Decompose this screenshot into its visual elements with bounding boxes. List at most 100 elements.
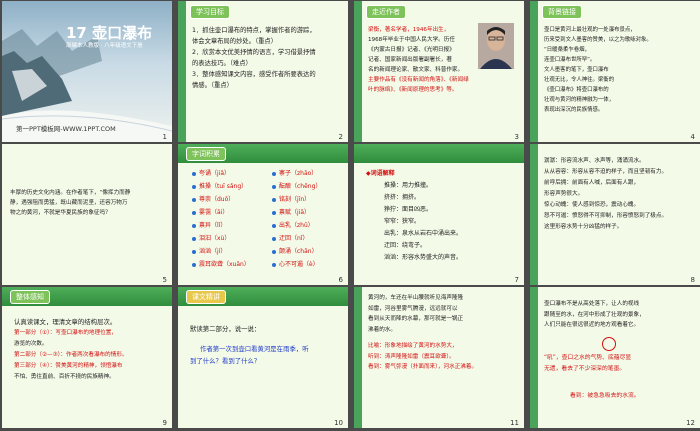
slide-side-band [178,1,186,142]
text-line: 如雷，河谷里雾气腾漫，远远就可以 [368,305,458,312]
slide-thumbnail-11[interactable]: 黄河的，车还在半山腰就听见海声隆隆 如雷，河谷里雾气腾漫，远远就可以 看到从天而… [354,287,524,428]
word-item: 霎霭（āi） [192,206,250,219]
word-item: 夸诵（jiǎ） [192,167,250,180]
text-line: 怒不可遏：愤怒得不可抑制，形容愤怒到了极点。 [544,213,668,219]
text-line: 认真读课文，理清文章的结构层次。 [14,318,117,326]
text-line: 文人墨客的笔下，壶口瀑布 [544,67,609,73]
text-line: 潺潺：形容流水声、水声等，涌涌流水。 [544,158,645,164]
text-line: 情感。（重点） [192,82,233,89]
text-line: 丰厚的历史文化内涵。在作者笔下，“像挥力而静 [10,190,131,196]
text-line: 比喻：形象地描绘了黄河的水势大， [368,343,458,349]
slide-body: 壶口是黄河上最壮观的一处瀑布景点， 历来受到文人墨客的赞美，以之为歌咏对象。 “… [544,25,652,115]
text-line: 第一部分（①）：写壶口瀑布的地理位置， [14,330,117,336]
slide-subtitle: 部编本人教版 · 八年级语文下册 [66,43,143,49]
word-item: 酝酿（chēng） [272,180,321,193]
word-item: 尊崇（duō） [192,193,250,206]
section-tag: 背景链接 [542,5,582,19]
slide-body: 认真读课文，理清文章的结构层次。 第一部分（①）：写壶口瀑布的地理位置， 游览的… [14,317,128,383]
text-line: 黄河的，车还在半山腰就听见海声隆隆 [368,295,464,301]
slide-number: 3 [514,133,519,141]
slide-body: 壶口瀑布不是从高处落下，让人的视线 跟随至的水，在河中形成了壮观的景象， 人们只… [544,299,645,331]
text-line: 物之的黄河，不就是华夏民族的象征吗？ [10,210,111,216]
text-line: 壮观与黄河的精神融为一体， [544,97,615,103]
text-line: 主要作品有《没有新闻的角落》、《新闻绿 [368,77,469,83]
text-line: 壶口是黄河上最壮观的一处瀑布景点， [544,27,636,33]
text-line: 窄窄：狭窄。 [384,218,421,225]
text-line: 3．整体感知课文内容，感受作者所要表达的 [192,71,316,78]
slide-side-band [354,287,362,428]
text-line: 人们只能在很远很近的地方观看着它。 [544,322,640,328]
author-portrait-image [478,23,514,69]
word-item: 铭刻（jīn） [272,193,321,206]
text-line: 表现出深沉的民族情感。 [544,107,604,113]
word-item: 禀赋（jiā） [272,206,321,219]
text-line: 历来受到文人墨客的赞美，以之为歌咏对象。 [544,37,652,43]
text-line: “日暖桑柔乍卷烟， [544,47,590,53]
text-line: 的表达技巧。（难点） [192,60,252,67]
slide-thumbnail-3[interactable]: 走近作者 梁衡，著名学者，1946年出生， 1968年毕业于中国人民大学。历任 … [354,1,524,142]
word-item: 震耳欲聋（xuān） [192,258,250,271]
text-line: 出乳：泉水从岩石中涌出来。 [384,230,463,237]
text-line: 推搡：用力推撞。 [384,182,433,189]
slide-thumbnail-7[interactable]: ◆词语解释 推搡：用力推撞。 挤挤：拥挤。 狰狞：面目凶恶。 窄窄：狭窄。 出乳… [354,144,524,285]
slide-number: 9 [162,419,167,427]
slide-number: 6 [338,276,343,284]
slide-thumbnail-6[interactable]: 字词积累 夸诵（jiǎ） 推搡（tuī sǎng） 尊崇（duō） 霎霭（āi）… [178,144,348,285]
text-line: 看到：雾气弥漫（扑面而来），河水正沸着。 [368,364,478,370]
slide-body: 丰厚的历史文化内涵。在作者笔下，“像挥力而静 静，遇强阻而勇猛，既山藏而泥坚，还… [10,188,130,218]
slide-note: 看到：被急急吸去的水流。 [570,393,640,399]
text-line: 听到：涛声隆隆如雷（震耳欲聋）。 [368,353,455,360]
slide-number: 2 [338,133,343,141]
slide-title: 17 壶口瀑布 [66,24,153,42]
text-line: “吼”，壶口之水的气势、底蕴尽显 [544,355,632,361]
text-line: 前呼后拥：前面有人喊，后面有人跟， [544,180,640,186]
text-line: 挤挤：拥挤。 [384,194,421,201]
slide-thumbnail-2[interactable]: 学习目标 1．抓住壶口瀑布的特点，掌握作者的游踪， 体会文章布局的妙处。（重点）… [178,1,348,142]
slide-thumbnail-12[interactable]: 壶口瀑布不是从高处落下，让人的视线 跟随至的水，在河中形成了壮观的景象， 人们只… [530,287,700,428]
slide-number: 12 [686,419,695,427]
word-item: 推搡（tuī sǎng） [192,180,250,193]
text-line: 第三部分（④）：赞美黄河的精神，领悟瀑布 [14,363,123,369]
section-tag: 字词积累 [186,147,226,161]
slide-number: 5 [162,276,167,284]
text-line: 静，遇强阻而勇猛，既山藏而泥坚，还容万物万 [10,200,128,206]
slide-number: 4 [690,133,695,141]
text-line: 壶口瀑布不是从高处落下，让人的视线 [544,301,640,307]
text-line: 1．抓住壶口瀑布的特点，掌握作者的游踪， [192,27,316,34]
text-line: 记者、国家新闻出版署副署长，著 [368,57,452,63]
highlight-circle-icon [602,337,616,351]
text-line: 形容声势很大。 [544,191,584,197]
word-item: 寨子（zhāo） [272,167,321,180]
text-line: 作者第一次到壶口看黄河是在雨季，听 [200,345,309,353]
slide-thumbnail-4[interactable]: 背景链接 壶口是黄河上最壮观的一处瀑布景点， 历来受到文人墨客的赞美，以之为歌咏… [530,1,700,142]
slide-number: 10 [334,419,343,427]
text-line: 《壶口瀑布》将壶口瀑布的 [544,87,609,93]
slide-number: 7 [514,276,519,284]
slide-thumbnail-5[interactable]: 丰厚的历史文化内涵。在作者笔下，“像挥力而静 静，遇强阻而勇猛，既山藏而泥坚，还… [2,144,172,285]
text-line: 梁衡，著名学者，1946年出生， [368,27,450,33]
section-tag: 整体感知 [10,290,50,304]
word-item: 出乳（zhǔ） [272,219,321,232]
word-list-right: 寨子（zhāo） 酝酿（chēng） 铭刻（jīn） 禀赋（jiā） 出乳（zh… [272,167,321,271]
text-line: 连壶口瀑布世所罕”。 [544,57,596,63]
slide-thumbnail-1[interactable]: 17 壶口瀑布 部编本人教版 · 八年级语文下册 第一PPT模板网-WWW.1P… [2,1,172,142]
text-line: 到了什么？看到了什么？ [190,357,261,365]
slide-number: 1 [162,133,167,141]
slide-body: 潺潺：形容流水声、水声等，涌涌流水。 从从容容：形容从容不迫的样子，而且坚韧有力… [544,156,667,233]
text-line: 看到从天而降的水幕，那可就是一锅正 [368,316,464,322]
slide-thumbnail-10[interactable]: 课文精讲 默读第二部分，说一说： 作者第一次到壶口看黄河是在雨季，听 到了什么？… [178,287,348,428]
text-line: 壮观无比，令人神往。梁衡的 [544,77,615,83]
slide-body: ◆词语解释 推搡：用力推撞。 挤挤：拥挤。 狰狞：面目凶恶。 窄窄：狭窄。 出乳… [366,168,462,264]
slide-thumbnail-8[interactable]: 潺潺：形容流水声、水声等，涌涌流水。 从从容容：形容从容不迫的样子，而且坚韧有力… [530,144,700,285]
text-line: 沸着的水。 [368,326,396,333]
text-line: 跟随至的水，在河中形成了壮观的景象， [544,311,645,318]
text-line: 惊心动魄：使人感到惊恐，震动心魄。 [544,202,640,208]
slide-side-band [530,144,538,285]
slide-thumbnail-9[interactable]: 整体感知 认真读课文，理清文章的结构层次。 第一部分（①）：写壶口瀑布的地理位置… [2,287,172,428]
text-line: 迂回：绕弯子。 [384,242,427,249]
text-line: 默读第二部分，说一说： [190,325,261,333]
word-item: 心不可遏（è） [272,258,321,271]
text-line: 名的新闻理论家、散文家、科普作家。 [368,67,464,73]
slide-heading: ◆词语解释 [366,170,395,177]
word-item: 颠涌（chān） [272,245,321,258]
